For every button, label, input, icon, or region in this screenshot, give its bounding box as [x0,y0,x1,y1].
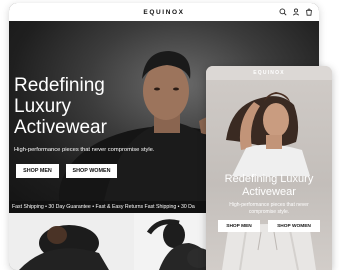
mobile-hero-title: Redefining Luxury Activewear [206,173,332,199]
search-icon[interactable] [279,8,287,16]
shop-men-button[interactable]: SHOP MEN [16,164,59,178]
mobile-brand-logo[interactable]: EQUINOX [253,70,284,76]
hero-title-line3: Activewear [14,117,107,138]
mobile-preview: EQUINOX Redefining Luxury Activewear Hig… [206,66,332,270]
cart-icon[interactable] [305,8,313,16]
mobile-hero: Redefining Luxury Activewear High-perfor… [206,80,332,270]
mobile-hero-subtitle: High-performance pieces that never compr… [229,202,309,215]
user-icon[interactable] [292,8,300,16]
mockup-stage: EQUINOX Redefining Luxury Activewear Hig… [0,0,340,270]
header-icons [279,8,313,16]
desktop-header: EQUINOX [9,3,319,21]
mobile-header: EQUINOX [206,66,332,80]
shop-women-button[interactable]: SHOP WOMEN [66,164,117,178]
hero-subtitle: High-performance pieces that never compr… [14,147,155,153]
mobile-hero-title-line1: Redefining Luxury [224,173,314,185]
hero-title-line2: Luxury [14,96,72,117]
mobile-hero-title-line2: Activewear [242,186,296,198]
hero-title-line1: Redefining [14,75,105,96]
hero-title: Redefining Luxury Activewear [14,75,107,138]
mobile-shop-women-button[interactable]: SHOP WOMEN [268,220,320,232]
brand-logo[interactable]: EQUINOX [143,9,184,16]
mobile-shop-men-button[interactable]: SHOP MEN [218,220,260,232]
